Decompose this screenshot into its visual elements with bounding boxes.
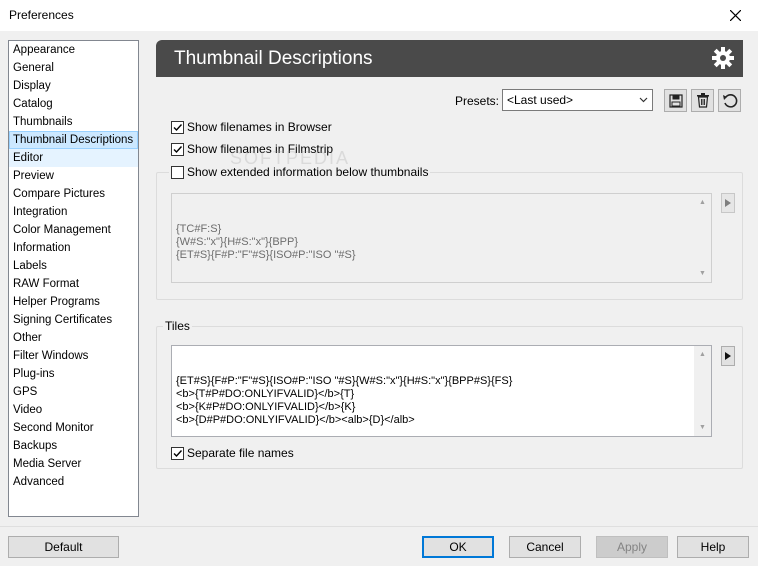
text-line: <b>{T#P#DO:ONLYIFVALID}</b>{T} <box>176 388 355 400</box>
undo-icon <box>722 93 737 108</box>
text-line: {ET#S}{F#P:"F"#S}{ISO#P:"ISO "#S} <box>176 249 356 261</box>
checkmark-icon <box>173 123 183 131</box>
sidebar-item-labels[interactable]: Labels <box>9 257 138 275</box>
checkbox-label: Show extended information below thumbnai… <box>187 165 429 179</box>
separate-file-names-checkbox[interactable]: Separate file names <box>171 446 294 460</box>
checkmark-icon <box>173 449 183 457</box>
chevron-down-icon <box>639 90 648 116</box>
footer-divider <box>0 526 758 527</box>
sidebar-item-thumbnail-descriptions[interactable]: Thumbnail Descriptions <box>9 131 138 149</box>
checkbox-label: Separate file names <box>187 446 294 460</box>
scroll-down-icon[interactable]: ▼ <box>694 419 711 436</box>
sidebar-item-gps[interactable]: GPS <box>9 383 138 401</box>
cancel-button[interactable]: Cancel <box>509 536 581 558</box>
scroll-up-icon[interactable]: ▲ <box>694 346 711 363</box>
extended-insert-button <box>721 193 735 213</box>
reset-preset-button[interactable] <box>718 89 741 112</box>
sidebar-item-helper-programs[interactable]: Helper Programs <box>9 293 138 311</box>
close-icon <box>730 10 741 21</box>
help-button[interactable]: Help <box>677 536 749 558</box>
apply-button[interactable]: Apply <box>596 536 668 558</box>
sidebar-item-preview[interactable]: Preview <box>9 167 138 185</box>
sidebar-item-color-management[interactable]: Color Management <box>9 221 138 239</box>
sidebar-item-backups[interactable]: Backups <box>9 437 138 455</box>
checkbox-box[interactable] <box>171 142 184 156</box>
sidebar-item-integration[interactable]: Integration <box>9 203 138 221</box>
checkbox-box[interactable] <box>171 120 184 134</box>
scroll-down-icon: ▼ <box>699 270 706 277</box>
tiles-scrollbar[interactable]: ▲ ▼ <box>694 346 711 436</box>
window-title: Preferences <box>9 8 74 22</box>
sidebar-item-general[interactable]: General <box>9 59 138 77</box>
checkbox-box[interactable] <box>171 446 184 460</box>
page-title: Thumbnail Descriptions <box>174 48 373 69</box>
checkbox-label: Show filenames in Filmstrip <box>187 142 334 156</box>
sidebar-item-thumbnails[interactable]: Thumbnails <box>9 113 138 131</box>
default-button[interactable]: Default <box>8 536 119 558</box>
show-filenames-filmstrip-checkbox[interactable]: Show filenames in Filmstrip <box>171 142 333 156</box>
gear-icon <box>712 47 734 69</box>
sidebar-item-other[interactable]: Other <box>9 329 138 347</box>
sidebar-item-information[interactable]: Information <box>9 239 138 257</box>
text-line: {W#S:"x"}{H#S:"x"}{BPP} <box>176 236 299 248</box>
text-line: <b>{D#P#DO:ONLYIFVALID}</b><alb>{D}</alb… <box>176 414 415 426</box>
text-line: {ET#S}{F#P:"F"#S}{ISO#P:"ISO "#S}{W#S:"x… <box>176 375 513 387</box>
sidebar-item-catalog[interactable]: Catalog <box>9 95 138 113</box>
sidebar-item-advanced[interactable]: Advanced <box>9 473 138 491</box>
text-line: {TC#F:S} <box>176 223 222 235</box>
checkmark-icon <box>173 145 183 153</box>
tiles-text: {ET#S}{F#P:"F"#S}{ISO#P:"ISO "#S}{W#S:"x… <box>176 375 707 427</box>
show-filenames-browser-checkbox[interactable]: Show filenames in Browser <box>171 120 332 134</box>
sidebar-item-signing-certificates[interactable]: Signing Certificates <box>9 311 138 329</box>
chevron-right-icon <box>725 352 731 360</box>
chevron-right-icon <box>725 199 731 207</box>
sidebar-item-display[interactable]: Display <box>9 77 138 95</box>
delete-preset-button[interactable] <box>691 89 714 112</box>
sidebar-item-filter-windows[interactable]: Filter Windows <box>9 347 138 365</box>
checkbox-label: Show filenames in Browser <box>187 120 332 134</box>
save-preset-button[interactable] <box>664 89 687 112</box>
scroll-up-icon: ▲ <box>699 199 706 206</box>
sidebar-item-second-monitor[interactable]: Second Monitor <box>9 419 138 437</box>
title-bar: Preferences <box>0 0 758 31</box>
extended-info-textarea: {TC#F:S} {W#S:"x"}{H#S:"x"}{BPP} {ET#S}{F#… <box>171 193 712 283</box>
sidebar-item-appearance[interactable]: Appearance <box>9 41 138 59</box>
presets-value: <Last used> <box>507 93 574 107</box>
close-button[interactable] <box>713 0 758 31</box>
page-header: Thumbnail Descriptions <box>156 40 743 77</box>
extended-info-scrollbar: ▲ ▼ <box>694 194 711 282</box>
tiles-label: Tiles <box>163 319 192 333</box>
ok-button[interactable]: OK <box>422 536 494 558</box>
sidebar-item-raw-format[interactable]: RAW Format <box>9 275 138 293</box>
category-list[interactable]: Appearance General Display Catalog Thumbnail… <box>8 40 139 517</box>
show-extended-info-checkbox[interactable]: Show extended information below thumbnai… <box>169 165 431 179</box>
tiles-insert-button[interactable] <box>721 346 735 366</box>
settings-button[interactable] <box>711 46 735 73</box>
sidebar-item-plug-ins[interactable]: Plug-ins <box>9 365 138 383</box>
sidebar-item-compare-pictures[interactable]: Compare Pictures <box>9 185 138 203</box>
sidebar-item-media-server[interactable]: Media Server <box>9 455 138 473</box>
extended-info-text: {TC#F:S} {W#S:"x"}{H#S:"x"}{BPP} {ET#S}{F#… <box>176 223 707 262</box>
sidebar-item-video[interactable]: Video <box>9 401 138 419</box>
tiles-textarea[interactable]: {ET#S}{F#P:"F"#S}{ISO#P:"ISO "#S}{W#S:"x… <box>171 345 712 437</box>
sidebar-item-editor[interactable]: Editor <box>9 149 138 167</box>
presets-label: Presets: <box>455 94 500 108</box>
presets-dropdown[interactable]: <Last used> <box>502 89 653 111</box>
checkbox-box[interactable] <box>171 165 184 179</box>
save-icon <box>668 93 683 108</box>
text-line: <b>{K#P#DO:ONLYIFVALID}</b>{K} <box>176 401 356 413</box>
trash-icon <box>696 93 709 108</box>
